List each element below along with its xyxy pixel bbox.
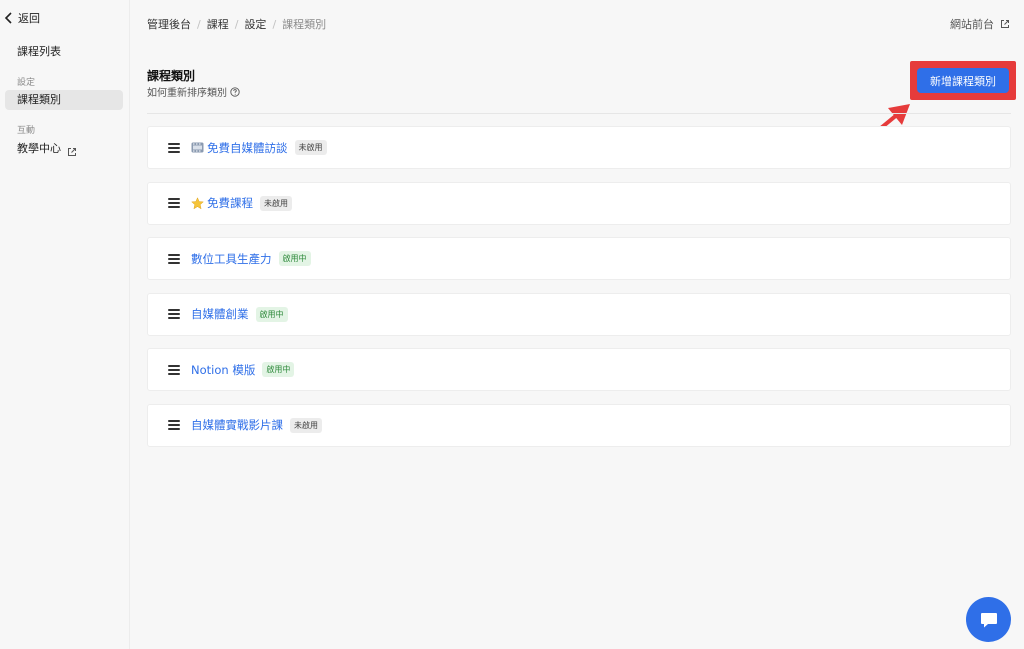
sidebar: 返回 課程列表 設定 課程類別 互動 教學中心: [0, 0, 130, 649]
status-badge: 未啟用: [294, 140, 327, 155]
front-site-label: 網站前台: [950, 18, 994, 31]
breadcrumb-current: 課程類別: [282, 18, 327, 31]
sidebar-item-label: 課程列表: [17, 45, 61, 58]
reorder-help-link[interactable]: 如何重新排序類別: [147, 84, 240, 99]
category-name[interactable]: 免費自媒體訪談: [207, 140, 288, 156]
breadcrumb-course[interactable]: 課程: [207, 16, 229, 32]
category-row: 數位工具生產力 啟用中: [147, 237, 1011, 280]
chat-bubble-icon: [980, 612, 997, 627]
sidebar-item-label: 教學中心: [17, 142, 61, 155]
category-list: 免費自媒體訪談 未啟用 免費課程 未啟用 數位工具生產力 啟用中 自媒體創業 啟…: [147, 126, 1011, 459]
category-row: 免費自媒體訪談 未啟用: [147, 126, 1011, 169]
sidebar-item-teaching-center[interactable]: 教學中心: [5, 139, 123, 159]
add-category-button[interactable]: 新增課程類別: [917, 68, 1009, 93]
category-row: 自媒體實戰影片課 未啟用: [147, 403, 1011, 447]
breadcrumb-separator: /: [234, 17, 239, 31]
divider: [147, 113, 1011, 114]
category-row: Notion 模版 啟用中: [147, 348, 1011, 391]
star-icon: [191, 196, 204, 209]
category-name[interactable]: 自媒體創業: [191, 306, 249, 322]
category-row: 免費課程 未啟用: [147, 181, 1011, 225]
category-name[interactable]: 數位工具生產力: [191, 251, 272, 267]
breadcrumb-separator: /: [197, 17, 201, 31]
sidebar-section-interaction: 互動: [17, 126, 36, 136]
drag-handle-icon[interactable]: [168, 309, 180, 319]
category-name[interactable]: Notion 模版: [191, 362, 255, 378]
help-circle-icon: [230, 86, 240, 97]
sidebar-section-settings: 設定: [17, 78, 36, 88]
category-row: 自媒體創業 啟用中: [147, 292, 1011, 336]
drag-handle-icon[interactable]: [168, 198, 180, 208]
drag-handle-icon[interactable]: [168, 253, 180, 264]
chat-button[interactable]: [966, 597, 1011, 642]
breadcrumb-separator: /: [272, 17, 277, 31]
back-link[interactable]: 返回: [4, 10, 40, 26]
status-badge: 未啟用: [290, 417, 322, 433]
page-title: 課程類別: [147, 69, 196, 83]
chevron-left-icon: [4, 12, 12, 24]
category-name[interactable]: 自媒體實戰影片課: [191, 417, 283, 433]
status-badge: 啟用中: [255, 306, 288, 322]
sidebar-item-course-categories[interactable]: 課程類別: [5, 90, 123, 110]
breadcrumb-admin[interactable]: 管理後台: [147, 16, 191, 32]
status-badge: 未啟用: [260, 195, 292, 211]
drag-handle-icon[interactable]: [168, 142, 180, 153]
sidebar-item-course-list[interactable]: 課程列表: [5, 42, 123, 62]
breadcrumb: 管理後台 / 課程 / 設定 / 課程類別: [147, 16, 326, 32]
film-frames-icon: [191, 142, 204, 153]
drag-handle-icon[interactable]: [168, 420, 180, 430]
external-link-icon: [1000, 19, 1010, 29]
breadcrumb-settings[interactable]: 設定: [244, 16, 266, 32]
front-site-link[interactable]: 網站前台: [950, 16, 1010, 32]
category-name[interactable]: 免費課程: [207, 195, 253, 211]
back-label: 返回: [18, 12, 40, 25]
drag-handle-icon[interactable]: [168, 364, 180, 375]
sidebar-item-label: 課程類別: [17, 93, 61, 106]
status-badge: 啟用中: [262, 362, 295, 377]
status-badge: 啟用中: [278, 251, 311, 266]
external-link-icon: [67, 144, 77, 156]
reorder-help-label: 如何重新排序類別: [147, 88, 227, 99]
